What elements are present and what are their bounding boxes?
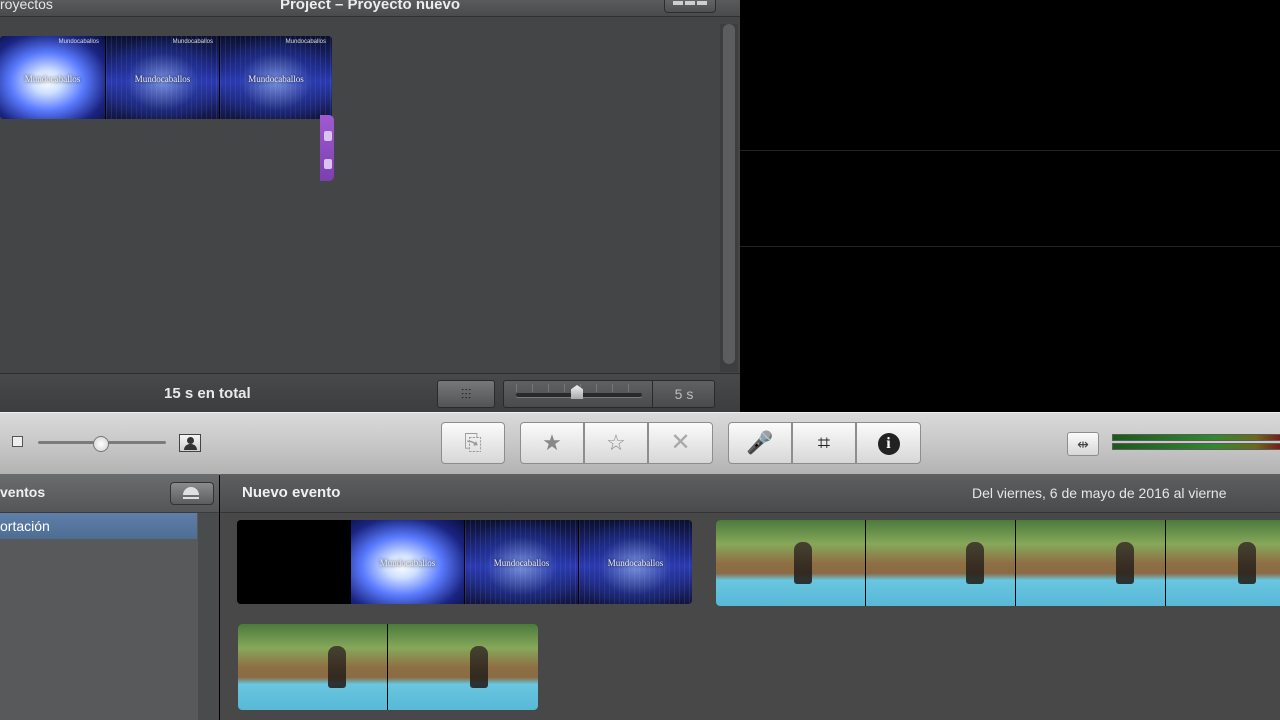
viewer-noise-line xyxy=(740,150,1280,151)
zoom-value: 5 s xyxy=(674,386,694,402)
event-library-title: ventos xyxy=(0,484,46,500)
microphone-icon: 🎤 xyxy=(746,430,774,455)
project-pane: royectos Project – Proyecto nuevo Mundoc… xyxy=(0,0,740,412)
reject-button[interactable]: ✕ xyxy=(648,422,713,464)
thumbnail-size-knob[interactable] xyxy=(92,436,109,452)
event-clip-thumbnail[interactable] xyxy=(388,624,538,710)
audio-adjust-icon: ⇹ xyxy=(1077,436,1089,452)
audio-meter-left xyxy=(1112,434,1280,441)
clip-title-text: Mundocaballos xyxy=(493,558,550,568)
project-total-duration: 15 s en total xyxy=(164,385,251,402)
grid-icon xyxy=(673,1,683,5)
grid-icon xyxy=(697,1,707,5)
sidebar-item-import[interactable]: ortación xyxy=(0,513,197,539)
event-library-header: ventos xyxy=(0,474,219,513)
event-clip-thumbnail[interactable] xyxy=(237,520,351,604)
event-library-list: ortación xyxy=(0,513,198,720)
event-date-range: Del viernes, 6 de mayo de 2016 al vierne xyxy=(972,485,1227,501)
project-scrollbar[interactable] xyxy=(720,24,738,372)
viewer-noise-line xyxy=(740,246,1280,247)
project-footer: 15 s en total ⫶⫶⫶ 5 s xyxy=(0,373,740,412)
large-thumbnail-icon xyxy=(179,434,201,452)
title-marker-icon xyxy=(324,131,332,141)
eject-icon xyxy=(183,487,199,495)
mark-favorite-button[interactable]: ★ xyxy=(520,422,584,464)
clip-logo: Mundocaballos xyxy=(58,39,99,45)
event-clip-filmstrip[interactable] xyxy=(238,624,538,710)
project-clip-strip[interactable]: Mundocaballos Mundocaballos Mundocaballo… xyxy=(0,36,332,119)
event-clip-thumbnail[interactable]: Mundocaballos xyxy=(465,520,579,604)
sidebar-item-label: ortación xyxy=(0,518,50,534)
clip-title-text: Mundocaballos xyxy=(379,558,436,568)
project-clip-thumbnail[interactable]: Mundocaballos Mundocaballos xyxy=(0,36,106,119)
unmark-button[interactable]: ☆ xyxy=(584,422,648,464)
event-clip-thumbnail[interactable] xyxy=(1016,520,1166,606)
event-clip-filmstrip[interactable]: Mundocaballos Mundocaballos Mundocaballo… xyxy=(237,520,692,604)
title-marker-icon xyxy=(324,159,332,169)
event-library-sidebar: ventos ortación xyxy=(0,474,219,720)
info-icon: i xyxy=(877,433,900,456)
clip-title-text: Mundocaballos xyxy=(248,74,304,84)
grid-icon xyxy=(685,1,695,5)
add-to-project-icon: ⎘ xyxy=(464,430,482,455)
crop-button[interactable]: ⌗ xyxy=(792,422,856,464)
star-filled-icon: ★ xyxy=(542,430,562,455)
event-clip-thumbnail[interactable] xyxy=(866,520,1016,606)
crop-icon: ⌗ xyxy=(817,430,831,455)
info-button[interactable]: i xyxy=(856,422,921,464)
audio-adjust-button[interactable]: ⇹ xyxy=(1067,432,1099,456)
event-clip-filmstrip[interactable] xyxy=(716,520,1280,606)
project-clip-thumbnail[interactable]: Mundocaballos Mundocaballos xyxy=(220,36,332,119)
clip-title-text: Mundocaballos xyxy=(24,74,81,84)
event-header: Nuevo evento Del viernes, 6 de mayo de 2… xyxy=(220,474,1280,513)
layout-toggle-button[interactable] xyxy=(664,0,716,13)
project-clip-thumbnail[interactable]: Mundocaballos Mundocaballos xyxy=(106,36,220,119)
audio-meter-right xyxy=(1112,443,1280,450)
clip-title-text: Mundocaballos xyxy=(134,74,191,84)
audio-waveform-toggle-button[interactable]: ⫶⫶⫶ xyxy=(437,380,495,408)
eject-button[interactable] xyxy=(170,482,214,505)
project-scroll-thumb[interactable] xyxy=(723,24,735,364)
waveform-icon: ⫶⫶⫶ xyxy=(460,386,472,402)
project-zoom-control[interactable]: 5 s xyxy=(503,380,715,408)
small-thumbnail-icon xyxy=(12,436,23,447)
event-clip-thumbnail[interactable]: Mundocaballos xyxy=(579,520,692,604)
title-marker[interactable] xyxy=(320,115,334,181)
event-name: Nuevo evento xyxy=(242,484,341,501)
x-icon: ✕ xyxy=(670,429,691,456)
add-to-project-button[interactable]: ⎘ xyxy=(441,422,505,464)
main-toolbar: ⎘ ★ ☆ ✕ 🎤 ⌗ i ⇹ xyxy=(0,412,1280,475)
event-clip-thumbnail[interactable] xyxy=(1166,520,1280,606)
clip-logo: Mundocaballos xyxy=(172,39,213,45)
viewer-pane[interactable] xyxy=(740,0,1280,412)
event-clip-thumbnail[interactable]: Mundocaballos xyxy=(351,520,465,604)
divider xyxy=(652,381,653,407)
clip-logo: Mundocaballos xyxy=(285,39,326,45)
event-browser: Nuevo evento Del viernes, 6 de mayo de 2… xyxy=(220,474,1280,720)
sidebar-scrollbar[interactable] xyxy=(198,513,219,720)
event-clip-thumbnail[interactable] xyxy=(716,520,866,606)
clip-title-text: Mundocaballos xyxy=(607,558,664,568)
project-title-bar: royectos Project – Proyecto nuevo xyxy=(0,0,740,17)
event-clip-thumbnail[interactable] xyxy=(238,624,388,710)
star-outline-icon: ☆ xyxy=(606,430,626,455)
voiceover-button[interactable]: 🎤 xyxy=(728,422,792,464)
project-title: Project – Proyecto nuevo xyxy=(279,0,461,13)
